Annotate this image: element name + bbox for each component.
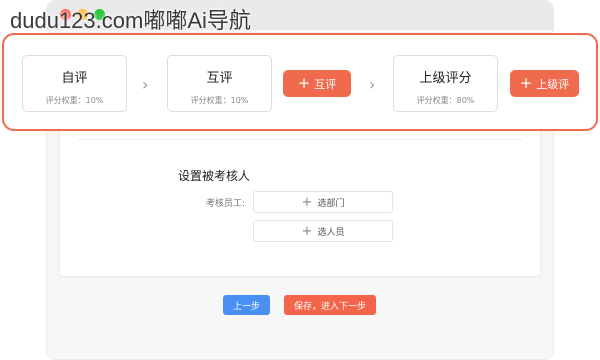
plus-icon: + [301, 223, 313, 239]
previous-step-button[interactable]: 上一步 [223, 295, 270, 315]
step-name: 互评 [206, 71, 233, 86]
select-department-label: 选部门 [317, 198, 345, 209]
plus-icon: + [519, 74, 533, 92]
step-name: 上级评分 [419, 71, 472, 86]
flow-step-self[interactable]: 自评 评分权重：10% [22, 55, 127, 112]
step-weight: 评分权重：10% [190, 96, 249, 105]
add-superior-review-button[interactable]: + 上级评 [510, 70, 579, 97]
evaluation-flow-panel: 自评 评分权重：10% › 互评 评分权重：10% + 互评 › 上级评分 评分… [2, 33, 598, 131]
plus-icon: + [301, 194, 313, 210]
plus-icon: + [297, 74, 311, 92]
select-person-button[interactable]: + 选人员 [253, 220, 393, 242]
reviewee-section-title: 设置被考核人 [178, 169, 251, 183]
step-weight: 评分权重：10% [45, 96, 104, 105]
step-weight: 评分权重：80% [416, 96, 475, 105]
select-person-label: 选人员 [317, 227, 345, 238]
add-peer-review-label: 互评 [314, 77, 337, 91]
flow-step-peer[interactable]: 互评 评分权重：10% [167, 55, 272, 112]
employee-field-label: 考核员工: [206, 199, 246, 209]
select-department-button[interactable]: + 选部门 [253, 191, 393, 213]
save-and-next-button[interactable]: 保存，进入下一步 [284, 295, 376, 315]
flow-step-superior[interactable]: 上级评分 评分权重：80% [393, 55, 498, 112]
watermark-text: dudu123.com嘟嘟Ai导航 [10, 8, 251, 33]
add-peer-review-button[interactable]: + 互评 [283, 70, 351, 97]
add-superior-review-label: 上级评 [536, 77, 570, 91]
step-name: 自评 [61, 71, 88, 86]
chevron-right-icon: › [369, 75, 376, 94]
divider [78, 139, 522, 140]
chevron-right-icon: › [142, 75, 149, 94]
